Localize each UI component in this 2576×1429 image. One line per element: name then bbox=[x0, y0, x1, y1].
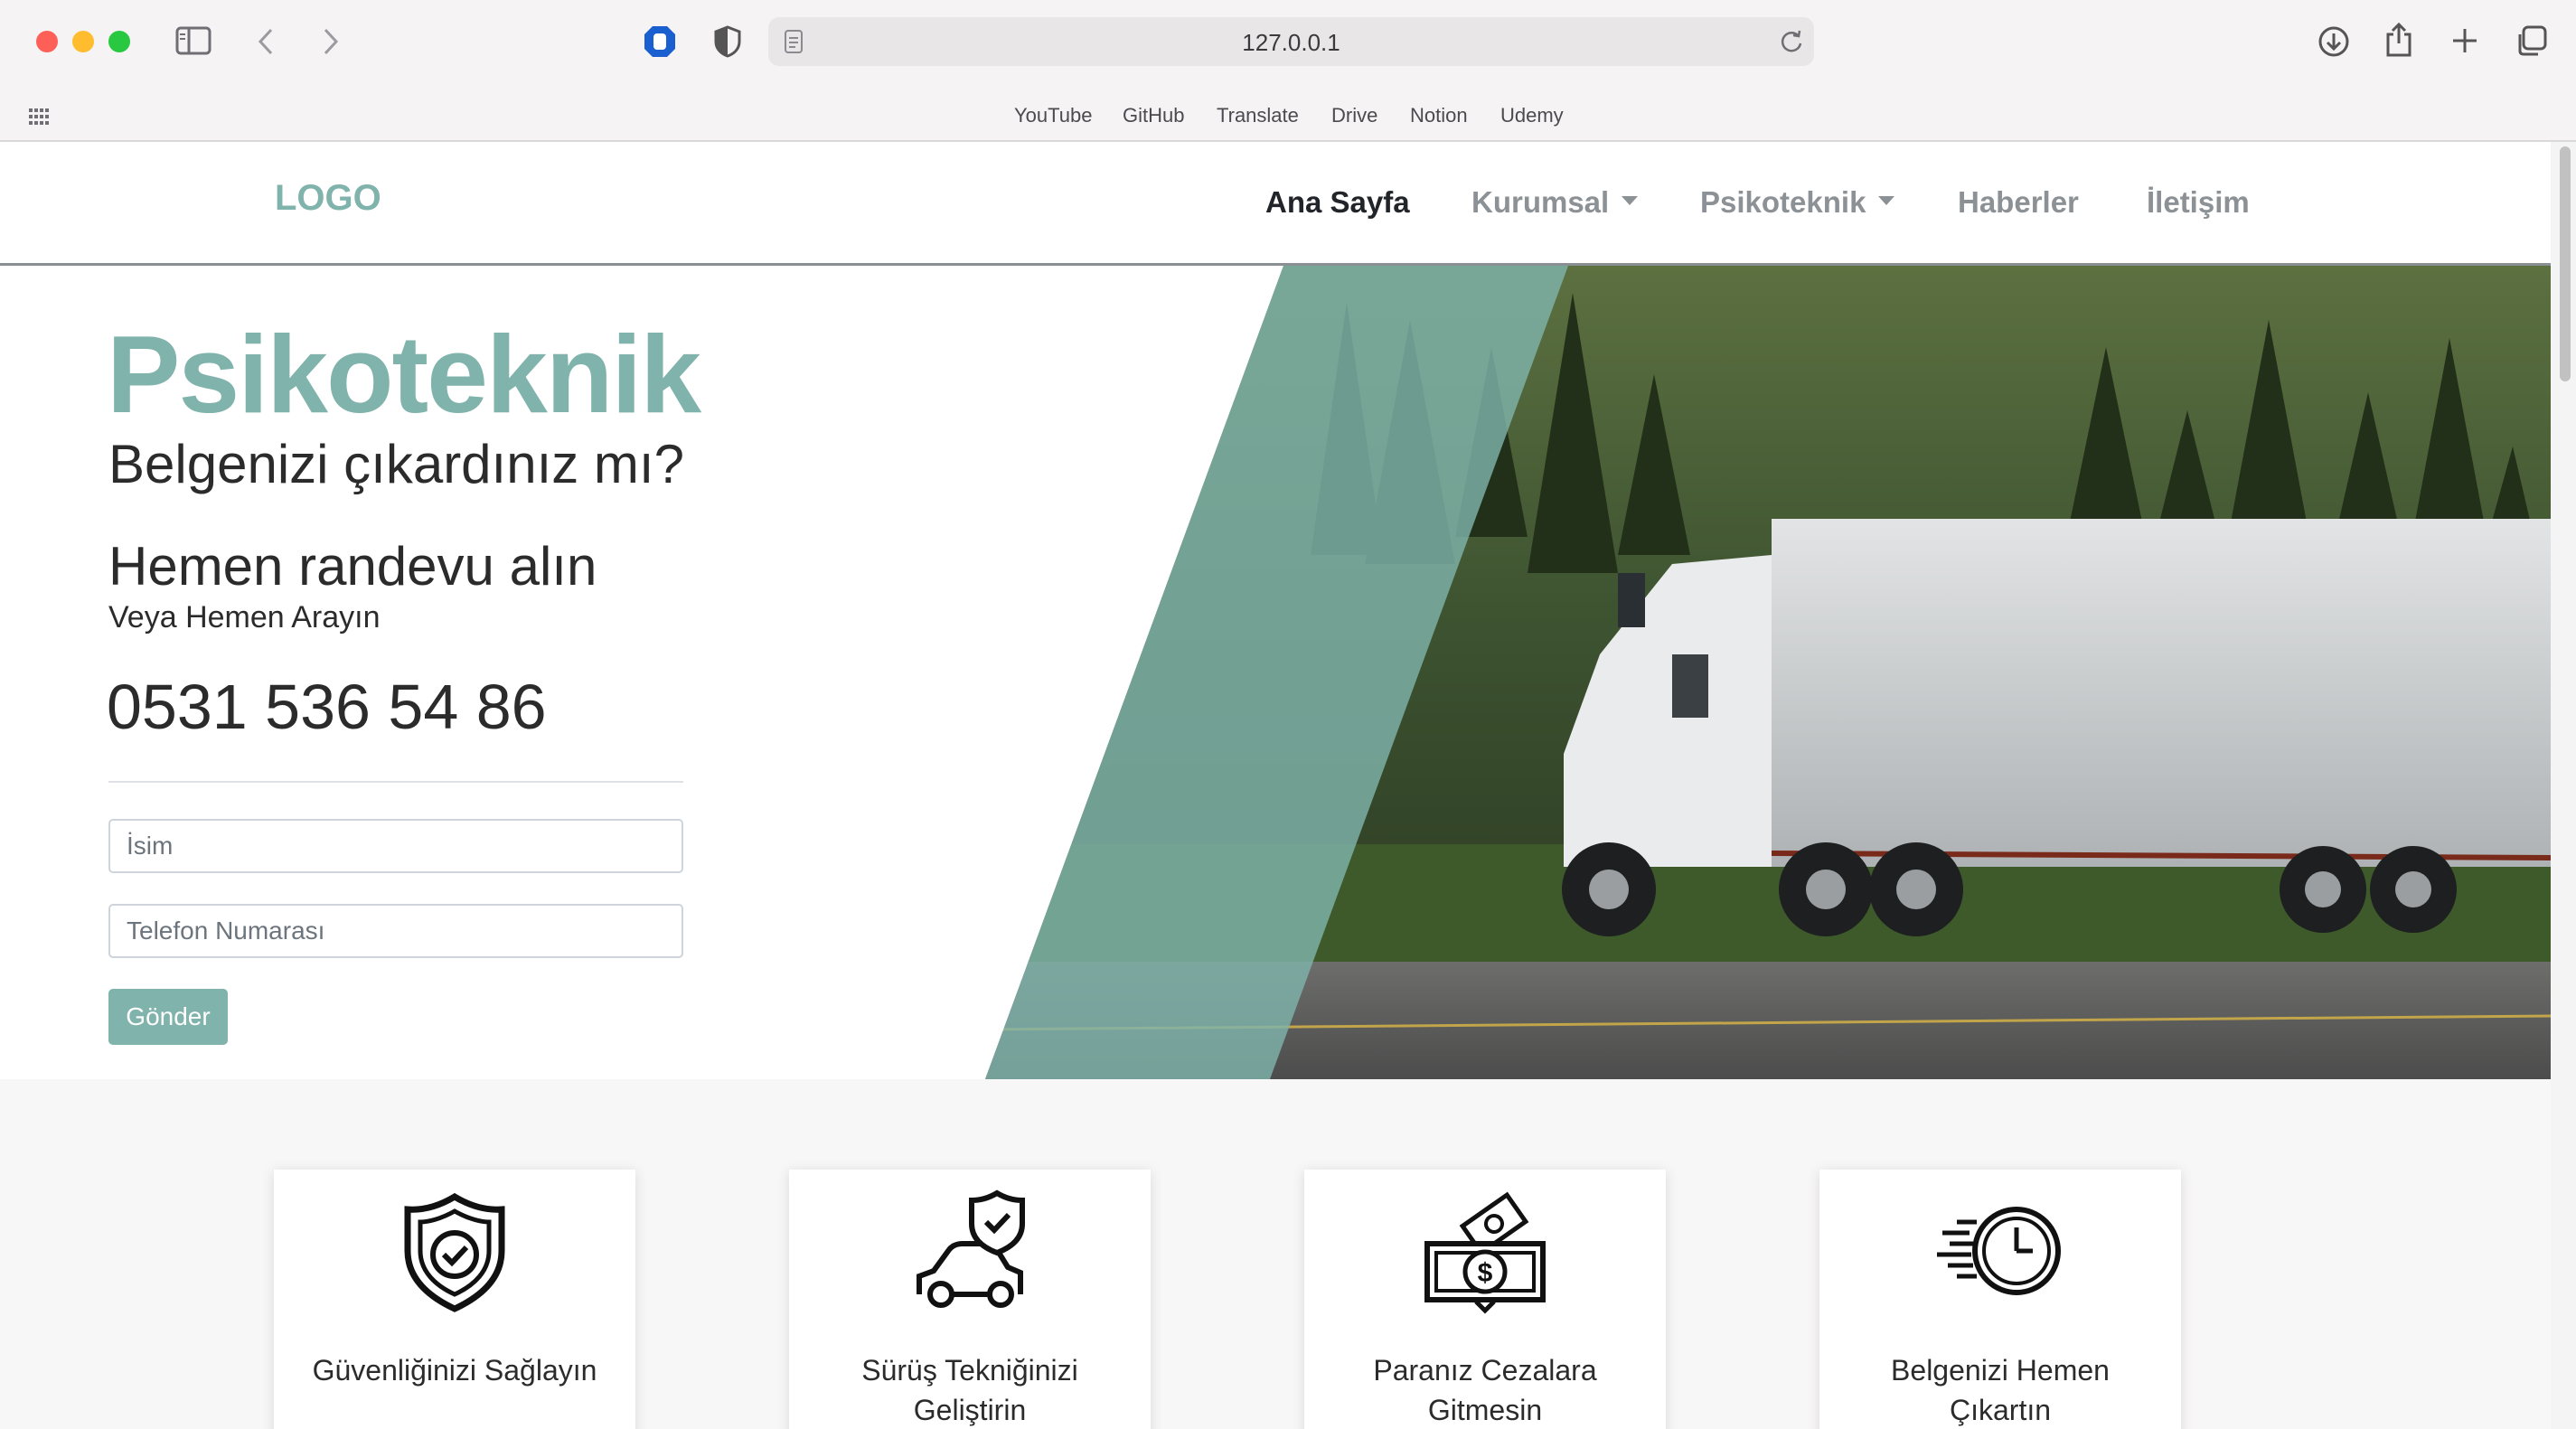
bookmark-github[interactable]: GitHub bbox=[1123, 104, 1184, 127]
bookmark-translate[interactable]: Translate bbox=[1217, 104, 1299, 127]
bookmark-drive[interactable]: Drive bbox=[1331, 104, 1377, 127]
nav-kurumsal-label: Kurumsal bbox=[1471, 185, 1610, 219]
bookmark-youtube[interactable]: YouTube bbox=[1014, 104, 1092, 127]
divider bbox=[108, 781, 683, 783]
bookmarks-bar: YouTube GitHub Translate Drive Notion Ud… bbox=[0, 102, 2576, 133]
site-navbar: LOGO Ana Sayfa Kurumsal Psikoteknik Habe… bbox=[0, 142, 2551, 266]
phone-input[interactable] bbox=[108, 904, 683, 958]
car-shield-icon bbox=[917, 1189, 1025, 1308]
features-section: Güvenliğinizi Sağlayın Sürüş Tekniğinizi… bbox=[0, 1079, 2551, 1429]
appointment-heading: Hemen randevu alın bbox=[108, 536, 597, 597]
feature-card: $ Paranız Cezalara Gitmesin bbox=[1304, 1170, 1666, 1429]
reload-icon[interactable] bbox=[1778, 28, 1805, 55]
nav-kurumsal-dropdown[interactable]: Kurumsal bbox=[1471, 185, 1639, 220]
back-icon[interactable] bbox=[251, 24, 280, 60]
nav-haberler[interactable]: Haberler bbox=[1958, 185, 2079, 220]
tab-overview-icon[interactable] bbox=[2513, 24, 2549, 60]
money-icon: $ bbox=[1424, 1191, 1546, 1314]
address-bar[interactable]: 127.0.0.1 bbox=[768, 17, 1814, 66]
sidebar-icon[interactable] bbox=[174, 24, 213, 57]
zoom-window-button[interactable] bbox=[108, 31, 130, 52]
site-logo[interactable]: LOGO bbox=[275, 178, 381, 219]
feature-card: Güvenliğinizi Sağlayın bbox=[274, 1170, 635, 1429]
fast-clock-icon bbox=[1937, 1207, 2061, 1295]
or-call-text: Veya Hemen Arayın bbox=[108, 600, 381, 635]
nav-home[interactable]: Ana Sayfa bbox=[1265, 185, 1410, 220]
download-icon[interactable] bbox=[2316, 24, 2352, 60]
nav-iletisim[interactable]: İletişim bbox=[2147, 185, 2250, 220]
minimize-window-button[interactable] bbox=[72, 31, 94, 52]
feature-text: Belgenizi Hemen Çıkartın bbox=[1891, 1354, 2110, 1426]
hero-section: Psikoteknik Belgenizi çıkardınız mı? Hem… bbox=[0, 266, 2551, 1079]
feature-text: Sürüş Tekniğinizi Geliştirin bbox=[861, 1354, 1078, 1426]
browser-chrome: 127.0.0.1 YouTube GitHub Translate Drive… bbox=[0, 0, 2576, 142]
hero-title: Psikoteknik bbox=[107, 313, 701, 436]
shield-icon[interactable] bbox=[710, 24, 745, 60]
new-tab-icon[interactable] bbox=[2448, 24, 2482, 58]
hero-subtitle: Belgenizi çıkardınız mı? bbox=[108, 434, 684, 494]
bookmark-notion[interactable]: Notion bbox=[1410, 104, 1468, 127]
chevron-down-icon bbox=[1878, 196, 1895, 206]
forward-icon[interactable] bbox=[316, 24, 345, 60]
privacy-icon[interactable] bbox=[642, 24, 678, 60]
apps-grid-icon[interactable] bbox=[29, 108, 51, 129]
url-text: 127.0.0.1 bbox=[1242, 29, 1340, 56]
feature-text: Güvenliğinizi Sağlayın bbox=[312, 1354, 597, 1387]
bookmark-udemy[interactable]: Udemy bbox=[1500, 104, 1564, 127]
feature-text: Paranız Cezalara Gitmesin bbox=[1373, 1354, 1597, 1426]
nav-psikoteknik-dropdown[interactable]: Psikoteknik bbox=[1700, 185, 1895, 220]
chevron-down-icon bbox=[1622, 196, 1639, 206]
scrollbar-thumb[interactable] bbox=[2560, 146, 2571, 381]
shield-check-icon bbox=[404, 1192, 505, 1312]
name-input[interactable] bbox=[108, 819, 683, 873]
feature-card: Sürüş Tekniğinizi Geliştirin bbox=[789, 1170, 1151, 1429]
nav-psikoteknik-label: Psikoteknik bbox=[1700, 185, 1866, 219]
submit-button[interactable]: Gönder bbox=[108, 989, 228, 1045]
share-icon[interactable] bbox=[2383, 20, 2415, 60]
svg-text:$: $ bbox=[1478, 1258, 1493, 1288]
feature-card: Belgenizi Hemen Çıkartın bbox=[1819, 1170, 2181, 1429]
close-window-button[interactable] bbox=[36, 31, 58, 52]
phone-number[interactable]: 0531 536 54 86 bbox=[107, 671, 547, 743]
